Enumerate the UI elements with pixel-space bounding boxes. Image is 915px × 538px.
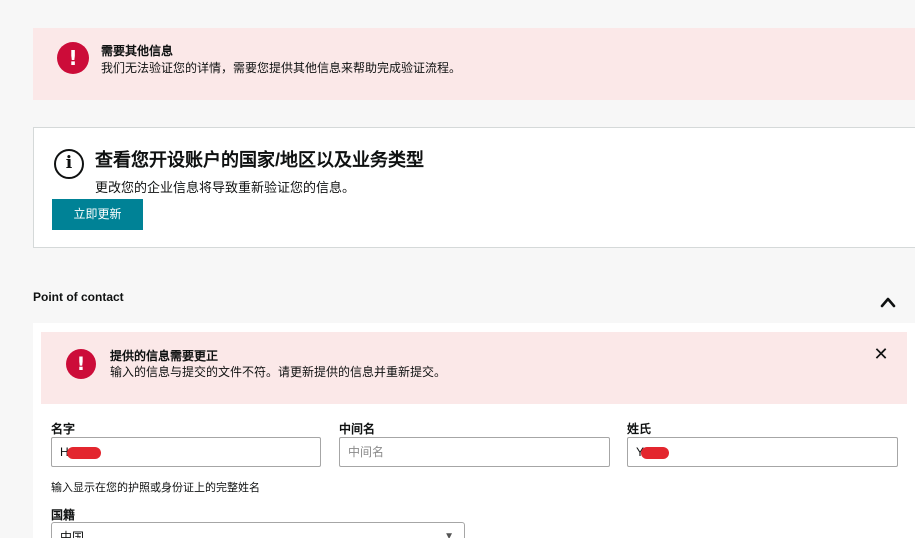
alert-message: 输入的信息与提交的文件不符。请更新提供的信息并重新提交。	[110, 365, 447, 379]
info-card-title: 查看您开设账户的国家/地区以及业务类型	[95, 150, 424, 170]
alert-title: 提供的信息需要更正	[110, 349, 219, 363]
section-title: Point of contact	[33, 290, 124, 304]
verification-required-alert: ! 需要其他信息 我们无法验证您的详情，需要您提供其他信息来帮助完成验证流程。	[33, 28, 915, 100]
redaction-mark	[641, 447, 669, 459]
error-icon: !	[57, 42, 89, 74]
redaction-mark	[67, 447, 101, 459]
alert-message: 我们无法验证您的详情，需要您提供其他信息来帮助完成验证流程。	[101, 61, 462, 75]
first-name-label: 名字	[51, 422, 76, 436]
full-name-hint: 输入显示在您的护照或身份证上的完整姓名	[51, 482, 260, 494]
nationality-select[interactable]: 中国 ▼	[51, 522, 465, 538]
nationality-label: 国籍	[51, 508, 76, 522]
update-now-button[interactable]: 立即更新	[52, 199, 143, 230]
chevron-up-icon[interactable]	[880, 294, 896, 310]
error-icon: !	[66, 349, 96, 379]
close-icon[interactable]: ✕	[872, 346, 890, 364]
verification-page: ! 需要其他信息 我们无法验证您的详情，需要您提供其他信息来帮助完成验证流程。 …	[0, 0, 915, 538]
middle-name-input[interactable]	[339, 437, 610, 467]
correction-required-alert: ! 提供的信息需要更正 输入的信息与提交的文件不符。请更新提供的信息并重新提交。…	[41, 332, 907, 404]
info-icon: i	[54, 149, 84, 179]
chevron-down-icon: ▼	[444, 531, 454, 538]
last-name-label: 姓氏	[627, 422, 652, 436]
nationality-value: 中国	[60, 530, 85, 538]
point-of-contact-panel: ! 提供的信息需要更正 输入的信息与提交的文件不符。请更新提供的信息并重新提交。…	[33, 323, 915, 538]
middle-name-label: 中间名	[339, 422, 376, 436]
info-card-message: 更改您的企业信息将导致重新验证您的信息。	[95, 180, 356, 195]
account-info-card: i 查看您开设账户的国家/地区以及业务类型 更改您的企业信息将导致重新验证您的信…	[33, 127, 915, 248]
alert-title: 需要其他信息	[101, 44, 174, 58]
